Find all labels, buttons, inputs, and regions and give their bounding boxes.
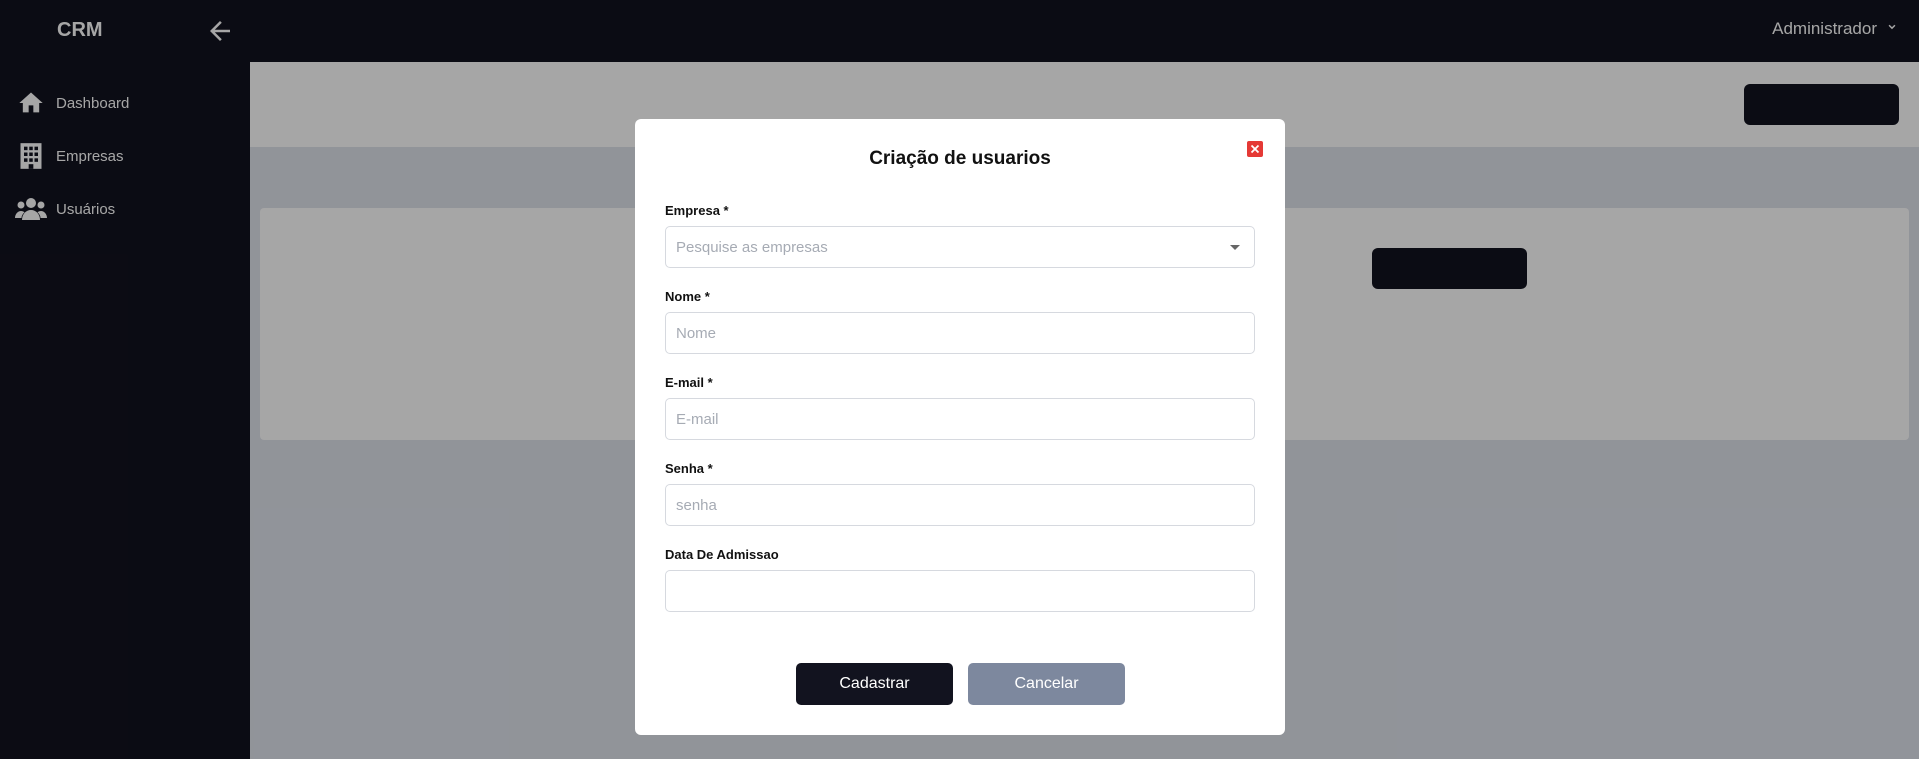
empresa-label: Empresa * (665, 203, 729, 218)
email-field[interactable]: E-mail (665, 398, 1255, 440)
modal-title: Criação de usuarios (869, 148, 1051, 169)
email-label: E-mail * (665, 375, 713, 390)
data-admissao-field[interactable] (665, 570, 1255, 612)
cancelar-button[interactable]: Cancelar (968, 663, 1125, 705)
nome-field[interactable]: Nome (665, 312, 1255, 354)
email-placeholder: E-mail (676, 410, 719, 428)
close-button[interactable] (1247, 141, 1263, 157)
nome-placeholder: Nome (676, 324, 717, 342)
senha-field[interactable]: senha (665, 484, 1255, 526)
senha-label: Senha * (665, 461, 713, 476)
data-admissao-label: Data De Admissao (665, 547, 779, 562)
chevron-down-icon (1230, 245, 1240, 250)
nome-label: Nome * (665, 289, 710, 304)
empresa-select[interactable]: Pesquise as empresas (665, 226, 1255, 268)
close-icon (1247, 144, 1263, 161)
senha-placeholder: senha (676, 496, 717, 514)
cadastrar-button[interactable]: Cadastrar (796, 663, 953, 705)
create-user-modal: Criação de usuarios Empresa * Pesquise a… (635, 119, 1285, 735)
empresa-placeholder: Pesquise as empresas (676, 238, 828, 256)
